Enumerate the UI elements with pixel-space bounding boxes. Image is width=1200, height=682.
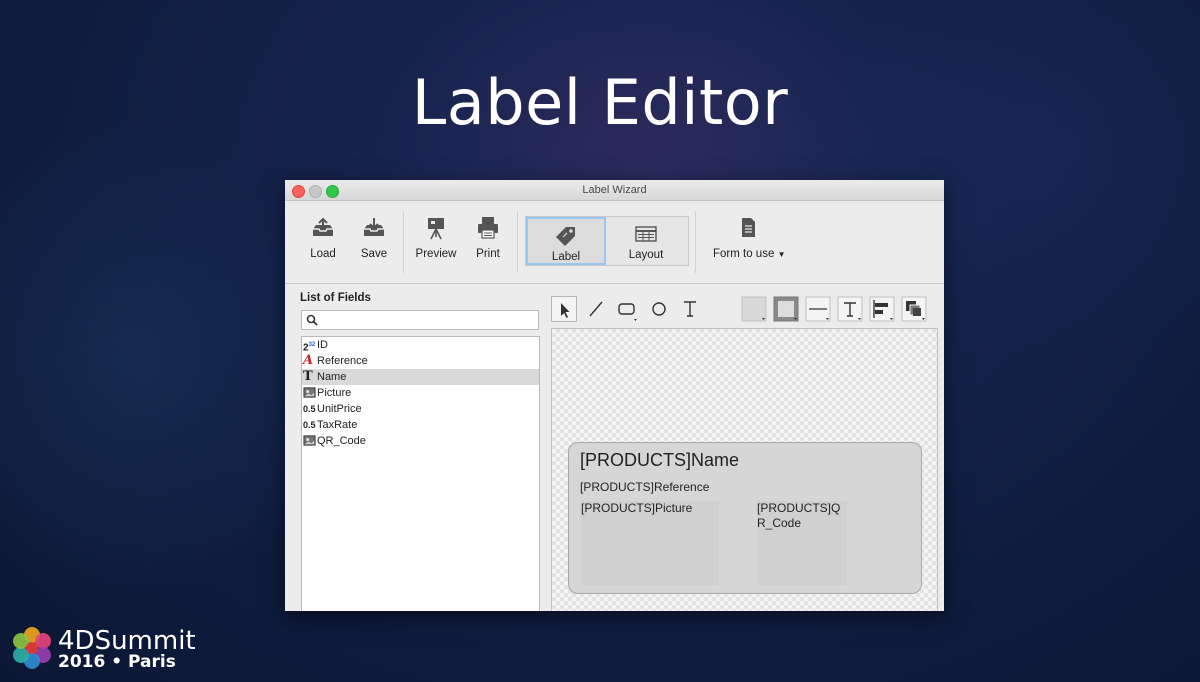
qr-code-field-object[interactable]: [PRODUCTS]Q R_Code — [757, 501, 847, 585]
align-left-icon — [869, 296, 895, 322]
rounded-rect-icon — [618, 303, 637, 321]
list-item[interactable]: 0.5 UnitPrice — [302, 401, 539, 417]
line-color-picker[interactable] — [773, 296, 799, 322]
toolbar: Load Save Preview Print Label Layout For… — [285, 201, 944, 284]
toolbar-divider — [695, 211, 696, 273]
list-item[interactable]: 0.5 TaxRate — [302, 417, 539, 433]
list-item[interactable]: QR_Code — [302, 433, 539, 449]
fill-color-icon — [741, 296, 767, 322]
line-icon — [589, 301, 603, 317]
load-button[interactable]: Load — [298, 215, 348, 275]
label-wizard-window: Label Wizard Load Save Preview Print Lab… — [285, 180, 944, 611]
text-tool[interactable] — [677, 296, 703, 322]
arrange-picker[interactable] — [901, 296, 927, 322]
stroke-color-icon — [773, 296, 799, 322]
picture-field-object[interactable]: [PRODUCTS]Picture — [581, 501, 719, 585]
printer-icon — [478, 217, 498, 239]
qr-field-line1: [PRODUCTS]Q — [757, 501, 841, 515]
drawing-toolbar — [551, 296, 937, 324]
fields-panel-title: List of Fields — [300, 292, 371, 304]
number-icon: 232 — [303, 342, 316, 354]
load-label: Load — [310, 248, 336, 260]
load-tray-icon — [313, 217, 333, 236]
layout-grid-icon — [635, 226, 657, 242]
zoom-button[interactable] — [326, 185, 339, 198]
layers-icon — [901, 296, 927, 322]
label-preview[interactable]: [PRODUCTS]Name [PRODUCTS]Reference [PROD… — [568, 442, 922, 594]
window-titlebar[interactable]: Label Wizard — [285, 180, 944, 201]
logo-line2: 2016 • Paris — [58, 652, 176, 672]
tab-layout[interactable]: Layout — [606, 217, 686, 265]
print-label: Print — [476, 248, 500, 260]
arrow-tool[interactable] — [551, 296, 577, 322]
flower-logo-icon — [13, 627, 51, 669]
preview-label: Preview — [415, 248, 457, 260]
preview-easel-icon — [428, 218, 444, 240]
font-picker[interactable] — [837, 296, 863, 322]
reference-field-object[interactable]: [PRODUCTS]Reference — [580, 480, 709, 494]
minimize-button[interactable] — [309, 185, 322, 198]
text-icon: T — [303, 369, 313, 384]
view-segmented-control: Label Layout — [525, 216, 689, 266]
list-item[interactable]: T Name — [302, 369, 539, 385]
text-t-icon — [684, 301, 696, 317]
align-picker[interactable] — [869, 296, 895, 322]
rounded-rect-tool[interactable] — [614, 296, 640, 322]
picture-icon — [303, 434, 317, 448]
tab-label-text: Label — [551, 251, 581, 263]
toolbar-divider — [403, 211, 404, 273]
form-to-use-button[interactable]: Form to use ▼ — [713, 215, 786, 275]
document-icon — [742, 218, 755, 237]
form-to-use-label: Form to use — [713, 248, 775, 260]
print-button[interactable]: Print — [463, 215, 513, 275]
line-width-picker[interactable] — [805, 296, 831, 322]
circle-icon — [652, 302, 666, 316]
preview-button[interactable]: Preview — [411, 215, 461, 275]
save-label: Save — [360, 248, 388, 260]
pointer-arrow-icon — [561, 303, 570, 318]
field-search-input[interactable] — [301, 310, 539, 330]
font-t-icon — [837, 296, 863, 322]
name-field-object[interactable]: [PRODUCTS]Name — [580, 450, 739, 471]
line-tool[interactable] — [583, 296, 609, 322]
toolbar-divider — [517, 211, 518, 273]
search-icon — [306, 314, 318, 326]
tag-icon — [556, 227, 575, 246]
picture-field-label: [PRODUCTS]Picture — [581, 501, 693, 515]
list-item[interactable]: A Reference — [302, 353, 539, 369]
tab-label[interactable]: Label — [526, 217, 606, 265]
slide-title: Label Editor — [411, 66, 789, 139]
list-item[interactable]: Picture — [302, 385, 539, 401]
qr-field-line2: R_Code — [757, 516, 802, 530]
picture-icon — [303, 386, 317, 400]
real-icon: 0.5 — [303, 404, 316, 414]
window-title: Label Wizard — [582, 184, 647, 196]
save-button[interactable]: Save — [349, 215, 399, 275]
label-canvas[interactable]: [PRODUCTS]Name [PRODUCTS]Reference [PROD… — [551, 328, 938, 611]
chevron-down-icon: ▼ — [777, 250, 786, 259]
fields-list: 232 ID A Reference T Name Picture 0.5 Un… — [301, 336, 540, 611]
alpha-icon: A — [303, 353, 314, 368]
fill-color-picker[interactable] — [741, 296, 767, 322]
real-icon: 0.5 — [303, 420, 316, 430]
list-item[interactable]: 232 ID — [302, 337, 539, 353]
oval-tool[interactable] — [646, 296, 672, 322]
tab-layout-text: Layout — [628, 249, 664, 261]
close-button[interactable] — [292, 185, 305, 198]
wizard-content: List of Fields 232 ID A Reference T Name — [285, 284, 944, 611]
line-width-icon — [805, 296, 831, 322]
save-tray-icon — [364, 218, 384, 236]
